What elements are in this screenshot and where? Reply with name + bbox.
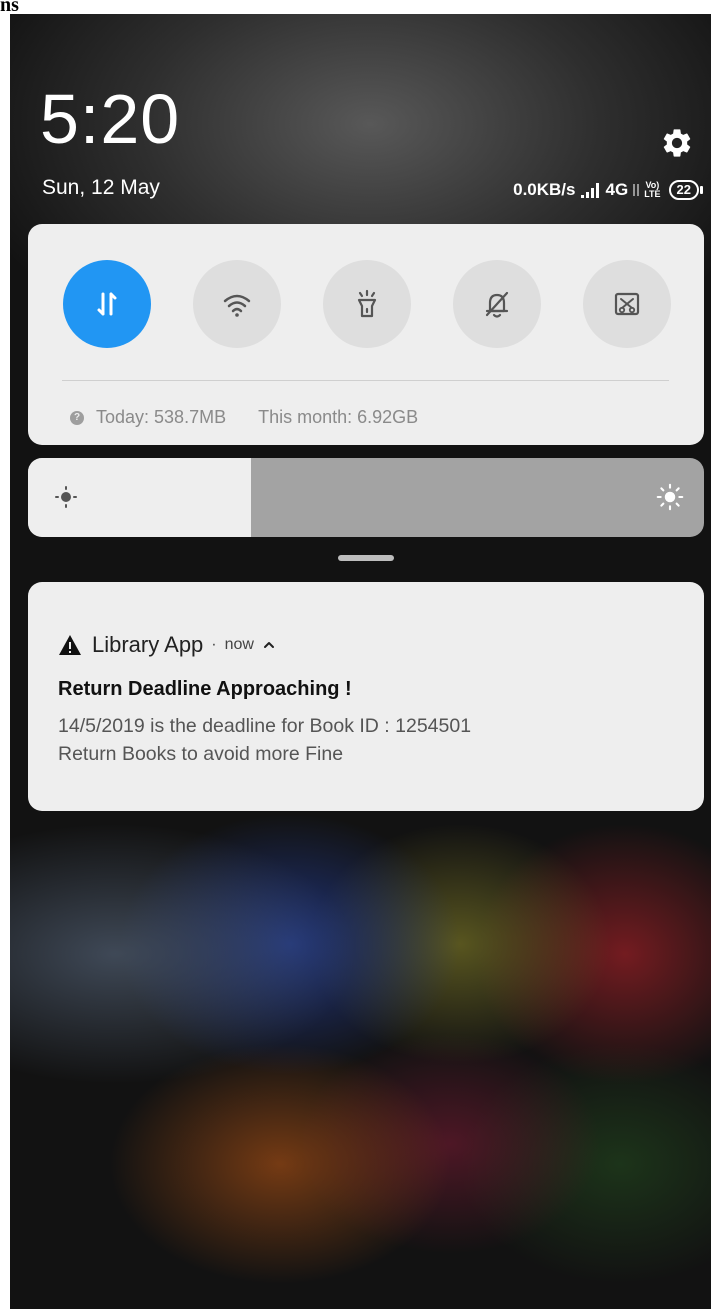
- wifi-icon: [223, 294, 251, 317]
- notification-shade: 5:20 Sun, 12 May 0.0KB/s 4G Vo) LTE 22 ?…: [10, 14, 711, 1309]
- flashlight-icon: [357, 289, 377, 318]
- notification-body: 14/5/2019 is the deadline for Book ID : …: [58, 712, 471, 768]
- wifi-toggle[interactable]: [193, 260, 281, 348]
- screenshot-icon: [614, 292, 640, 316]
- page: ns 5:20 Sun, 12 May 0.0KB/s 4G Vo) LTE 2…: [0, 0, 711, 1309]
- notification-app-name: Library App: [92, 632, 204, 657]
- screenshot-toggle[interactable]: [583, 260, 671, 348]
- warning-icon: [59, 635, 81, 655]
- help-icon: ?: [70, 410, 84, 425]
- shade-drag-handle[interactable]: [338, 555, 394, 561]
- signal-icon: [580, 183, 599, 198]
- brightness-slider[interactable]: [28, 458, 704, 537]
- brightness-low-icon: [55, 486, 77, 508]
- chevron-up-icon[interactable]: [262, 638, 276, 652]
- notification-time: now: [224, 636, 254, 653]
- mobile-data-icon: [97, 292, 117, 316]
- data-arrows-icon: [633, 184, 639, 196]
- settings-gear-icon[interactable]: [660, 126, 694, 160]
- volte-bottom: LTE: [644, 189, 661, 199]
- divider: [62, 380, 669, 381]
- notification-title: Return Deadline Approaching !: [58, 678, 352, 700]
- notification-card[interactable]: Library App · now Return Deadline Approa…: [28, 582, 704, 811]
- data-usage[interactable]: ? Today: 538.7MB This month: 6.92GB: [70, 407, 418, 428]
- clock: 5:20: [40, 80, 181, 158]
- network-speed: 0.0KB/s: [513, 180, 576, 199]
- notification-body-line-1: 14/5/2019 is the deadline for Book ID : …: [58, 715, 472, 737]
- quick-settings-panel: ? Today: 538.7MB This month: 6.92GB: [28, 224, 704, 445]
- mobile-data-toggle[interactable]: [63, 260, 151, 348]
- flashlight-toggle[interactable]: [323, 260, 411, 348]
- silent-mode-icon: [485, 291, 509, 318]
- data-usage-today: Today: 538.7MB: [96, 407, 227, 427]
- data-usage-month: This month: 6.92GB: [258, 407, 419, 427]
- battery-level: 22: [676, 182, 691, 197]
- notification-header: Library App · now: [58, 632, 276, 658]
- battery-icon: 22: [668, 180, 704, 200]
- silent-mode-toggle[interactable]: [453, 260, 541, 348]
- notification-body-line-2: Return Books to avoid more Fine: [58, 743, 344, 765]
- date: Sun, 12 May: [42, 176, 160, 199]
- notification-separator: ·: [211, 636, 217, 653]
- status-bar: 0.0KB/s 4G Vo) LTE 22: [513, 177, 704, 203]
- brightness-high-icon: [656, 483, 684, 511]
- network-type: 4G: [605, 180, 629, 199]
- volte-indicator: Vo) LTE: [644, 181, 660, 199]
